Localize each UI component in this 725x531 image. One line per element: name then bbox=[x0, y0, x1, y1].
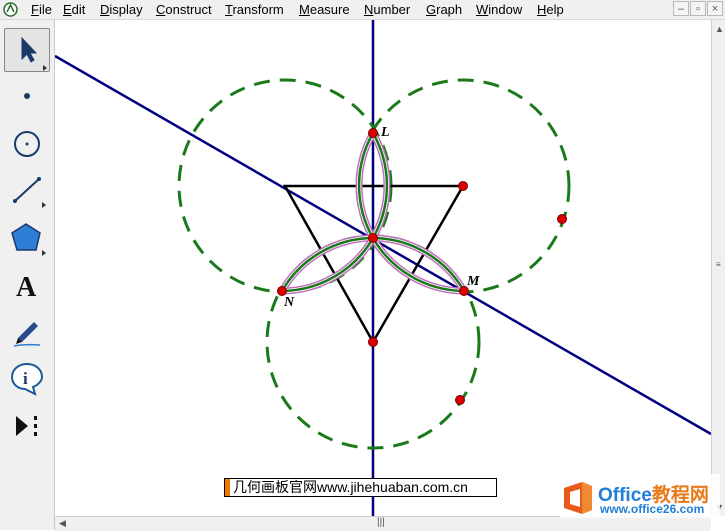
sketchpad-app-icon[interactable] bbox=[3, 2, 18, 17]
sketch-canvas[interactable]: L M N bbox=[0, 0, 725, 530]
menu-number[interactable]: Number bbox=[364, 2, 410, 17]
brand-watermark: Office教程网 www.office26.com bbox=[560, 474, 720, 518]
vertical-scrollbar[interactable]: ▲ ≡ ▼ bbox=[711, 20, 725, 516]
menu-measure[interactable]: Measure bbox=[299, 2, 350, 17]
menu-help[interactable]: Help bbox=[537, 2, 564, 17]
toolbox: A i bbox=[0, 20, 55, 456]
polygon-tool[interactable] bbox=[4, 216, 50, 260]
compass-circle-icon bbox=[14, 131, 40, 157]
arrow-select-tool[interactable] bbox=[4, 28, 50, 72]
site-caption: 几何画板官网www.jihehuaban.com.cn bbox=[224, 478, 497, 497]
point-tool[interactable] bbox=[4, 74, 50, 118]
scroll-left-arrow-icon[interactable]: ◀ bbox=[59, 518, 66, 529]
scroll-up-arrow-icon[interactable]: ▲ bbox=[715, 24, 724, 34]
brand-url: www.office26.com bbox=[600, 502, 705, 516]
point-center[interactable] bbox=[368, 233, 378, 243]
label-N[interactable]: N bbox=[283, 295, 295, 310]
info-icon: i bbox=[10, 362, 44, 396]
menu-transform[interactable]: Transform bbox=[225, 2, 284, 17]
restore-button[interactable]: ▫ bbox=[690, 1, 706, 16]
diagonal-line[interactable] bbox=[54, 54, 712, 436]
menu-construct[interactable]: Construct bbox=[156, 2, 212, 17]
segment-icon bbox=[13, 177, 46, 208]
label-M[interactable]: M bbox=[466, 274, 480, 289]
text-a-icon: A bbox=[16, 272, 37, 303]
menu-display[interactable]: Display bbox=[100, 2, 143, 17]
menu-edit[interactable]: Edit bbox=[63, 2, 85, 17]
point-on-circle-bottom[interactable] bbox=[455, 395, 465, 405]
point-vertex-bottom[interactable] bbox=[368, 337, 378, 347]
scroll-thumb-grip-icon[interactable]: ≡ bbox=[716, 260, 721, 269]
arrow-icon bbox=[21, 36, 47, 71]
hscroll-thumb-grip-icon[interactable]: ||| bbox=[377, 517, 385, 528]
custom-tool[interactable] bbox=[4, 404, 50, 448]
menu-graph[interactable]: Graph bbox=[426, 2, 462, 17]
menu-bar: File Edit Display Construct Transform Me… bbox=[0, 0, 725, 20]
svg-text:A: A bbox=[16, 272, 37, 303]
pen-marker-icon bbox=[13, 322, 41, 347]
minimize-button[interactable]: – bbox=[673, 1, 689, 16]
pentagon-icon bbox=[11, 223, 46, 256]
marker-tool[interactable] bbox=[4, 310, 50, 354]
point-vertex-right[interactable] bbox=[458, 181, 468, 191]
point-L[interactable] bbox=[368, 128, 378, 138]
menu-file[interactable]: File bbox=[31, 2, 52, 17]
menu-window[interactable]: Window bbox=[476, 2, 522, 17]
compass-tool[interactable] bbox=[4, 122, 50, 166]
custom-tools-icon bbox=[16, 416, 37, 436]
text-tool[interactable]: A bbox=[4, 264, 50, 308]
point-icon bbox=[24, 93, 30, 99]
straightedge-tool[interactable] bbox=[4, 168, 50, 212]
point-on-circle-right[interactable] bbox=[557, 214, 567, 224]
close-button[interactable]: × bbox=[707, 1, 723, 16]
horizontal-scrollbar[interactable]: ◀ ||| bbox=[55, 516, 711, 531]
toolbox-lower-panel bbox=[0, 456, 55, 530]
information-tool[interactable]: i bbox=[4, 356, 50, 400]
label-L[interactable]: L bbox=[380, 125, 390, 140]
office-logo-icon bbox=[564, 482, 592, 514]
svg-text:i: i bbox=[23, 369, 28, 388]
